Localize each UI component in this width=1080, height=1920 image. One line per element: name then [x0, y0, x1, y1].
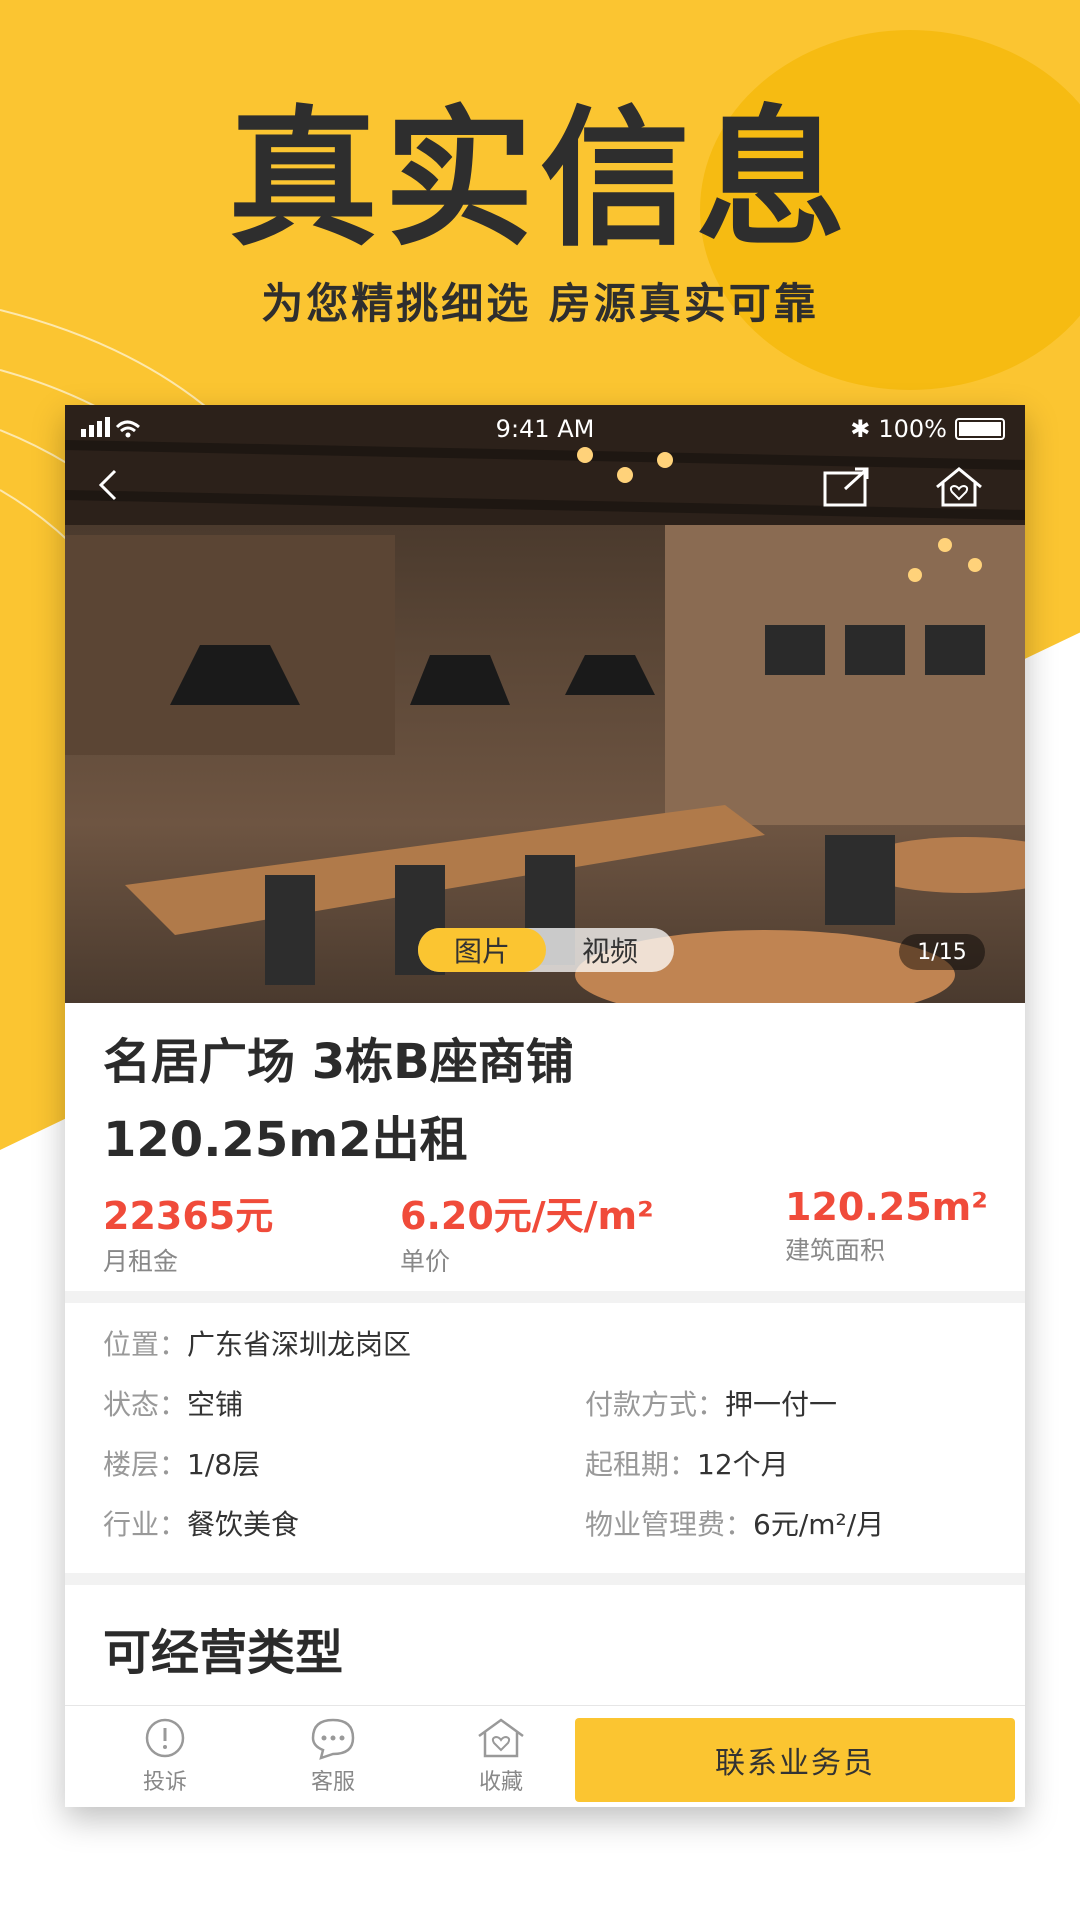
detail-value: 广东省深圳龙岗区 [187, 1328, 412, 1361]
media-tabs: 图片 视频 [418, 928, 674, 972]
promo-headline: 真实信息 [227, 93, 852, 267]
detail-property-fee: 物业管理费：6元/m²/月 [585, 1503, 884, 1543]
detail-key: 物业管理费： [585, 1508, 754, 1541]
detail-value: 押一付一 [725, 1388, 838, 1421]
stat-value: 6.20元/天/m² [400, 1194, 654, 1238]
stat-label: 建筑面积 [785, 1236, 886, 1265]
tab-videos[interactable]: 视频 [546, 928, 674, 972]
stat-label: 单价 [400, 1247, 451, 1276]
photo-counter: 1/15 [899, 934, 985, 970]
chat-bubble-icon [311, 1718, 355, 1760]
contact-agent-button[interactable]: 联系业务员 [575, 1718, 1015, 1802]
complain-label: 投诉 [142, 1770, 187, 1795]
detail-lease-start: 起租期：12个月 [585, 1443, 789, 1483]
detail-industry: 行业：餐饮美食 [103, 1503, 299, 1543]
detail-status: 状态：空铺 [103, 1383, 243, 1423]
status-bar: 9:41 AM ✱ 100% [65, 405, 1025, 453]
listing-summary: 名居广场 3栋B座商铺 120.25m2出租 22365元 月租金 6.20元/… [65, 1003, 1025, 1291]
bluetooth-icon: ✱ [850, 415, 871, 443]
detail-key: 付款方式： [585, 1388, 726, 1421]
favorite-label: 收藏 [478, 1770, 523, 1795]
detail-payment: 付款方式：押一付一 [585, 1383, 837, 1423]
favorite-house-icon[interactable] [933, 465, 985, 509]
detail-location: 位置：广东省深圳龙岗区 [103, 1323, 411, 1363]
tab-photos[interactable]: 图片 [418, 928, 546, 972]
promo-subheadline: 为您精挑细选 房源真实可靠 [261, 279, 819, 328]
detail-value: 6元/m²/月 [753, 1508, 885, 1541]
detail-value: 餐饮美食 [187, 1508, 300, 1541]
detail-key: 起租期： [585, 1448, 698, 1481]
back-arrow-icon[interactable] [93, 465, 123, 505]
detail-key: 行业： [103, 1508, 188, 1541]
favorite-button[interactable]: 收藏 [441, 1716, 561, 1796]
detail-value: 1/8层 [187, 1448, 261, 1481]
complain-icon [145, 1718, 185, 1758]
stat-value: 22365元 [103, 1194, 274, 1238]
stat-monthly-rent: 22365元 月租金 [103, 1185, 273, 1278]
listing-title-line1: 名居广场 3栋B座商铺 [103, 1034, 574, 1090]
detail-key: 楼层： [103, 1448, 188, 1481]
detail-value: 12个月 [697, 1448, 789, 1481]
detail-key: 状态： [103, 1388, 188, 1421]
detail-floor: 楼层：1/8层 [103, 1443, 260, 1483]
phone-mockup-card: 9:41 AM ✱ 100% 图片 视频 1/15 名居广场 3栋B座商铺 12… [65, 405, 1025, 1807]
battery-icon [955, 418, 1005, 440]
listing-title-line2: 120.25m2出租 [103, 1112, 468, 1168]
listing-title: 名居广场 3栋B座商铺 120.25m2出租 [103, 1023, 983, 1179]
detail-value: 空铺 [187, 1388, 244, 1421]
customer-service-label: 客服 [310, 1770, 355, 1795]
stat-floor-area: 120.25m² 建筑面积 [785, 1185, 988, 1267]
business-types-title: 可经营类型 [103, 1625, 344, 1681]
restaurant-photo-illustration [65, 405, 1025, 1003]
stat-unit-price: 6.20元/天/m² 单价 [400, 1185, 654, 1278]
share-icon[interactable] [823, 467, 871, 507]
status-right: ✱ 100% [850, 415, 1005, 443]
detail-key: 位置： [103, 1328, 188, 1361]
complain-button[interactable]: 投诉 [105, 1716, 225, 1796]
bottom-action-bar: 投诉 客服 收藏 联系业务员 [65, 1705, 1025, 1807]
listing-details: 位置：广东省深圳龙岗区 状态：空铺 付款方式：押一付一 楼层：1/8层 起租期：… [65, 1303, 1025, 1573]
listing-photo[interactable]: 9:41 AM ✱ 100% 图片 视频 1/15 [65, 405, 1025, 1003]
stat-value: 120.25m² [785, 1185, 988, 1229]
customer-service-button[interactable]: 客服 [273, 1716, 393, 1796]
battery-percent: 100% [878, 415, 947, 443]
stat-label: 月租金 [103, 1247, 179, 1276]
favorite-house-icon [478, 1718, 524, 1758]
